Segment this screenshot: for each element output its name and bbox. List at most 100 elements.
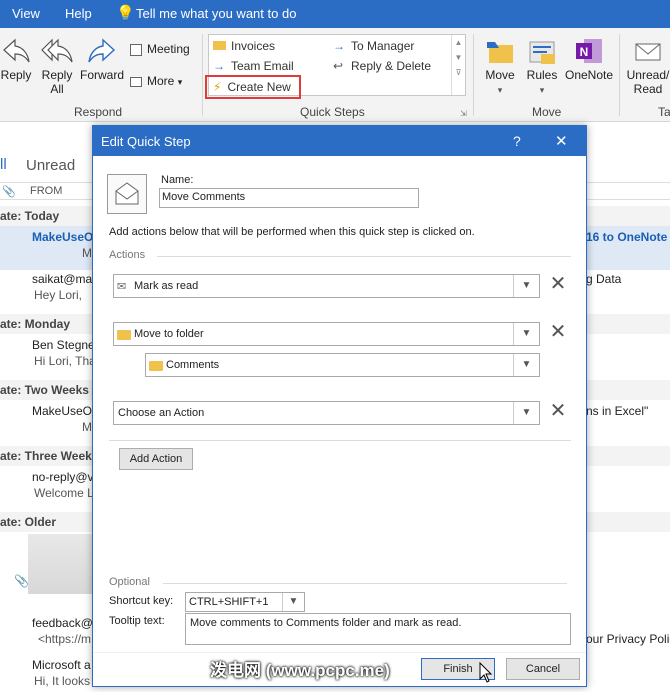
folder-select[interactable]: Comments ▼ <box>145 353 540 377</box>
tags-group-label: Tag <box>658 105 670 119</box>
dialog-title-bar: Edit Quick Step ? ✕ <box>93 126 586 156</box>
unread-label-2: Read <box>633 82 663 96</box>
menu-bar: View Help 💡 Tell me what you want to do <box>0 0 670 28</box>
quick-steps-gallery: Invoices → Team Email ⚡ Create New → To Man… <box>205 34 466 99</box>
filter-unread[interactable]: Unread <box>26 157 75 174</box>
lightbulb-icon: 💡 <box>116 5 135 22</box>
group-divider <box>473 34 474 116</box>
group-divider <box>619 34 620 116</box>
from-column[interactable]: FROM <box>30 185 62 197</box>
sender: saikat@mak <box>32 272 99 286</box>
more-button[interactable]: More ▾ <box>130 74 200 88</box>
dialog-launcher-icon[interactable]: ⇲ <box>460 109 467 118</box>
shortcut-key-select[interactable]: CTRL+SHIFT+1 ▼ <box>185 592 305 612</box>
add-action-button[interactable]: Add Action <box>119 448 193 470</box>
gallery-scroll[interactable]: ▲ ▼ ⊽ <box>451 35 465 95</box>
to-manager-label: To Manager <box>351 39 415 53</box>
action-select-choose[interactable]: Choose an Action ▼ <box>113 401 540 425</box>
menu-help[interactable]: Help <box>65 6 92 21</box>
attachment-icon: 📎 <box>2 186 16 198</box>
action-select-mark-as-read[interactable]: ✉ Mark as read ▼ <box>113 274 540 298</box>
quick-step-team-email[interactable]: → Team Email <box>213 59 294 73</box>
move-group-label: Move <box>532 105 562 119</box>
unread-read-button[interactable]: Unread/ Read <box>622 36 670 96</box>
sender: Ben Stegne <box>32 338 95 352</box>
chevron-up-icon: ▲ <box>454 38 463 47</box>
reply-delete-label: Reply & Delete <box>351 59 432 73</box>
envelope-icon <box>115 182 139 205</box>
quick-step-icon-button[interactable] <box>107 174 147 214</box>
preview: Hi Lori, Tha <box>34 354 96 368</box>
move-label: Move <box>485 68 515 82</box>
action-value: Mark as read <box>134 280 199 292</box>
sender: MakeUseOf <box>32 404 96 418</box>
preview: <https://m <box>38 632 92 646</box>
chevron-down-icon: ▾ <box>177 77 183 87</box>
subject: g Data <box>586 272 622 286</box>
chevron-down-icon[interactable]: ▼ <box>513 275 539 297</box>
move-folder-icon <box>487 42 513 63</box>
quick-step-to-manager[interactable]: → To Manager <box>333 39 414 53</box>
tell-me-box[interactable]: Tell me what you want to do <box>136 6 296 21</box>
actions-section-label: Actions <box>109 249 146 261</box>
name-label: Name: <box>161 174 194 186</box>
tooltip-text-input[interactable]: Move comments to Comments folder and mar… <box>185 613 571 645</box>
chevron-down-icon[interactable]: ▼ <box>513 402 539 424</box>
reply-all-button[interactable]: Reply All <box>38 36 76 96</box>
cancel-button[interactable]: Cancel <box>506 658 580 680</box>
shortcut-value: CTRL+SHIFT+1 <box>189 596 269 608</box>
divider <box>157 256 571 257</box>
chevron-down-icon[interactable]: ▼ <box>282 593 304 611</box>
reply-all-label-2: All <box>50 82 64 96</box>
rules-icon <box>529 41 555 64</box>
respond-group-label: Respond <box>74 105 123 119</box>
rules-button[interactable]: Rules ▾ <box>522 36 562 96</box>
move-button[interactable]: Move ▾ <box>480 36 520 96</box>
blurred-content <box>28 534 94 594</box>
quick-step-create-new[interactable]: ⚡ Create New <box>205 75 301 99</box>
team-email-label: Team Email <box>231 59 294 73</box>
folder-value: Comments <box>166 359 220 371</box>
edit-quick-step-dialog: Edit Quick Step ? ✕ Name: Move Comments … <box>92 125 587 687</box>
invoices-label: Invoices <box>231 39 276 53</box>
attachment-icon: 📎 <box>14 574 29 588</box>
onenote-label: OneNote <box>564 68 614 82</box>
optional-section-label: Optional <box>109 576 150 588</box>
meeting-button[interactable]: Meeting <box>130 42 200 56</box>
folder-icon <box>213 41 226 50</box>
chevron-down-icon[interactable]: ▼ <box>513 354 539 376</box>
meeting-label: Meeting <box>147 42 190 56</box>
more-icon <box>130 76 142 87</box>
gallery-expand-icon: ⊽ <box>455 68 462 77</box>
onenote-icon: N <box>576 39 602 63</box>
remove-action-icon[interactable]: ✕ <box>548 322 568 343</box>
remove-action-icon[interactable]: ✕ <box>548 274 568 295</box>
watermark: 泼电网 (www.pcpc.me) <box>210 661 390 680</box>
forward-button[interactable]: Forward <box>80 36 124 82</box>
preview: Hey Lori, <box>34 288 83 302</box>
subject: ns in Excel" <box>586 404 649 418</box>
reply-button[interactable]: Reply <box>0 36 32 82</box>
action-select-move-to-folder[interactable]: Move to folder ▼ <box>113 322 540 346</box>
menu-view[interactable]: View <box>12 6 40 21</box>
chevron-down-icon: ▼ <box>454 53 463 62</box>
preview: M <box>82 246 92 260</box>
quick-steps-group-label: Quick Steps <box>300 105 365 119</box>
chevron-down-icon[interactable]: ▼ <box>513 323 539 345</box>
help-button[interactable]: ? <box>513 133 521 149</box>
mouse-cursor-icon <box>479 662 493 683</box>
shortcut-key-label: Shortcut key: <box>109 595 174 607</box>
onenote-button[interactable]: N OneNote <box>563 36 615 82</box>
arrow-right-icon: → <box>333 39 345 53</box>
divider <box>163 583 567 584</box>
sender: Microsoft a <box>32 658 91 672</box>
close-icon[interactable]: ✕ <box>555 132 568 150</box>
preview: Welcome Lo <box>34 486 101 500</box>
preview: M <box>82 420 92 434</box>
quick-step-invoices[interactable]: Invoices <box>213 39 275 53</box>
name-input[interactable]: Move Comments <box>159 188 419 208</box>
remove-action-icon[interactable]: ✕ <box>548 401 568 422</box>
filter-all[interactable]: ll <box>0 156 7 173</box>
quick-step-reply-delete[interactable]: ↩ Reply & Delete <box>333 59 431 73</box>
chevron-down-icon: ▾ <box>539 85 545 95</box>
